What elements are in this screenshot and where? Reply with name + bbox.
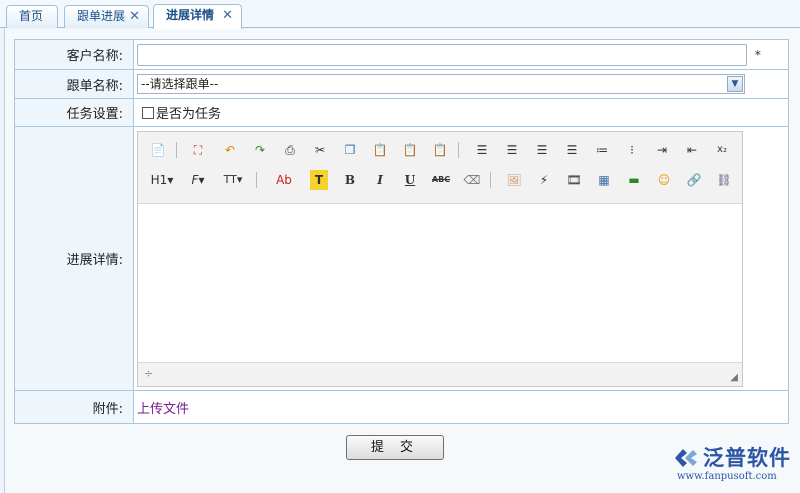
tab-bar: 首页 跟单进展 ✕ 进展详情 ✕ (0, 0, 800, 29)
table-icon[interactable]: ▦ (594, 170, 614, 190)
paste-word-icon[interactable]: 📋 (430, 140, 450, 160)
unordered-list-icon[interactable]: ⁝ (622, 140, 642, 160)
font-size-label: TT (223, 172, 237, 186)
cut-icon[interactable]: ✂ (310, 140, 330, 160)
tab-progress-detail-label: 进展详情 (166, 8, 215, 22)
tab-home[interactable]: 首页 (6, 5, 58, 28)
image-icon[interactable]: 🖼 (504, 170, 524, 190)
toolbar-separator (256, 171, 257, 188)
tab-home-label: 首页 (19, 9, 44, 23)
chevron-down-icon[interactable]: ▼ (727, 76, 743, 92)
highlight-button[interactable]: T (310, 169, 328, 190)
attachment-label: 附件: (14, 390, 134, 424)
paste-text-icon[interactable]: 📋 (400, 140, 420, 160)
heading-label: H1 (150, 172, 168, 187)
subscript-icon[interactable]: x₂ (712, 140, 732, 160)
align-left-icon[interactable]: ☰ (472, 140, 492, 160)
submit-button[interactable]: 提 交 (346, 435, 444, 460)
bold-button[interactable]: B (340, 170, 360, 190)
upload-file-link[interactable]: 上传文件 (137, 402, 189, 417)
is-task-checkbox-label[interactable]: 是否为任务 (156, 107, 221, 122)
editor-toolbar: 📄 ⛶ ↶ ↷ ⎙ ✂ ❐ 📋 📋 📋 ☰ ☰ ☰ ☰ ≔ ⁝ ⇥ ⇤ x₂ H… (138, 131, 742, 204)
preview-icon[interactable]: ⛶ (188, 140, 208, 160)
print-icon[interactable]: ⎙ (280, 140, 300, 160)
heading-select[interactable]: H1▾ (148, 170, 176, 190)
followup-select-value: --请选择跟单-- (141, 77, 219, 91)
ordered-list-icon[interactable]: ≔ (592, 140, 612, 160)
justify-icon[interactable]: ☰ (562, 140, 582, 160)
strikethrough-button[interactable]: ABC (430, 170, 452, 190)
hr-icon[interactable]: ▬ (624, 170, 644, 190)
unlink-icon[interactable]: ⛓ (714, 170, 734, 190)
source-icon[interactable]: 📄 (148, 140, 168, 160)
close-icon[interactable]: ✕ (129, 6, 140, 27)
logo-mark-icon (675, 449, 697, 467)
editor-statusbar: ÷ ◢ (138, 361, 742, 386)
toolbar-separator (458, 141, 459, 158)
media-icon[interactable]: 🎞 (564, 170, 584, 190)
eraser-icon[interactable]: ⌫ (462, 170, 482, 190)
flash-icon[interactable]: ⚡ (534, 170, 554, 190)
required-mark: * (754, 47, 761, 62)
toolbar-separator (490, 171, 491, 188)
logo-brand-text: 泛普软件 (703, 446, 791, 470)
paste-icon[interactable]: 📋 (370, 140, 390, 160)
italic-button[interactable]: I (370, 170, 390, 190)
brand-logo: 泛普软件 www.fanpusoft.com (669, 440, 799, 482)
link-icon[interactable]: 🔗 (684, 170, 704, 190)
tab-followup-progress-label: 跟单进展 (77, 9, 126, 23)
indent-icon[interactable]: ⇥ (652, 140, 672, 160)
undo-icon[interactable]: ↶ (220, 140, 240, 160)
logo-url-text: www.fanpusoft.com (677, 471, 777, 482)
progress-form: 客户名称: * 跟单名称: --请选择跟单-- ▼ 任务设置: 是否为任务 进展… (14, 39, 789, 424)
customer-name-label: 客户名称: (14, 39, 134, 70)
followup-select[interactable]: --请选择跟单-- ▼ (137, 74, 745, 94)
outdent-icon[interactable]: ⇤ (682, 140, 702, 160)
task-setting-label: 任务设置: (14, 98, 134, 127)
redo-icon[interactable]: ↷ (250, 140, 270, 160)
resize-grip-icon[interactable]: ◢ (730, 372, 738, 383)
tab-progress-detail[interactable]: 进展详情 ✕ (153, 4, 242, 29)
is-task-checkbox[interactable] (142, 107, 154, 119)
editor-content-area[interactable] (138, 203, 742, 362)
align-center-icon[interactable]: ☰ (502, 140, 522, 160)
font-color-button[interactable]: Ab (272, 170, 296, 190)
followup-name-label: 跟单名称: (14, 69, 134, 99)
rich-text-editor: 📄 ⛶ ↶ ↷ ⎙ ✂ ❐ 📋 📋 📋 ☰ ☰ ☰ ☰ ≔ ⁝ ⇥ ⇤ x₂ H… (137, 130, 743, 387)
progress-detail-label: 进展详情: (14, 126, 134, 391)
emoticon-icon[interactable]: ☺ (654, 170, 674, 190)
font-size-select[interactable]: TT▾ (220, 170, 246, 190)
underline-button[interactable]: U (400, 170, 420, 190)
customer-name-input[interactable] (137, 43, 747, 66)
main-panel: 客户名称: * 跟单名称: --请选择跟单-- ▼ 任务设置: 是否为任务 进展… (4, 29, 800, 493)
copy-icon[interactable]: ❐ (340, 140, 360, 160)
align-right-icon[interactable]: ☰ (532, 140, 552, 160)
toolbar-separator (176, 141, 177, 158)
drag-handle-icon[interactable]: ÷ (144, 367, 153, 380)
tab-followup-progress[interactable]: 跟单进展 ✕ (64, 5, 149, 28)
close-icon[interactable]: ✕ (222, 5, 233, 26)
font-family-select[interactable]: F▾ (186, 170, 210, 190)
font-label: F (191, 172, 199, 187)
